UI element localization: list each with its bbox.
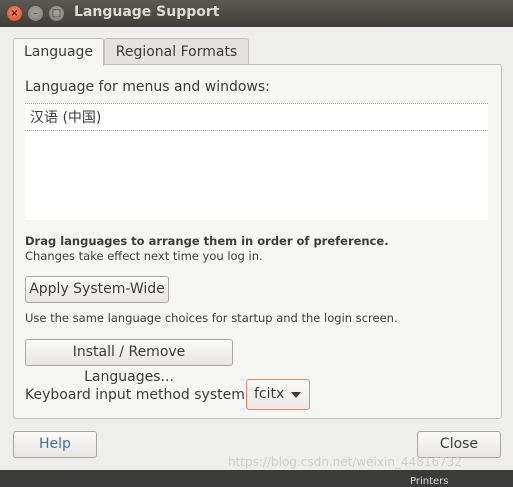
chevron-down-icon	[291, 392, 301, 398]
tab-language[interactable]: Language	[13, 38, 104, 66]
window-title: Language Support	[74, 4, 220, 20]
keyboard-input-select[interactable]: fcitx	[246, 379, 310, 410]
close-button[interactable]: Close	[417, 431, 501, 458]
keyboard-input-value: fcitx	[254, 386, 285, 402]
apply-system-wide-button[interactable]: Apply System-Wide	[25, 276, 169, 303]
list-item[interactable]: 汉语 (中国)	[25, 103, 488, 131]
close-window-icon[interactable]: ×	[7, 6, 22, 21]
minimize-window-icon[interactable]: –	[28, 6, 43, 21]
background-window-text: Printers	[410, 476, 449, 487]
title-bar: × – □ Language Support	[0, 0, 513, 27]
install-remove-languages-button[interactable]: Install / Remove Languages...	[25, 339, 233, 385]
section-label: Language for menus and windows:	[25, 79, 270, 95]
same-choices-hint: Use the same language choices for startu…	[25, 311, 398, 325]
watermark: https://blog.csdn.net/weixin_44816732	[228, 455, 463, 469]
drag-hint: Drag languages to arrange them in order …	[25, 234, 389, 248]
tab-regional-formats[interactable]: Regional Formats	[104, 38, 249, 65]
language-list[interactable]: 汉语 (中国)	[25, 103, 488, 220]
language-panel: Language for menus and windows: 汉语 (中国) …	[13, 64, 502, 419]
help-button[interactable]: Help	[13, 431, 97, 458]
keyboard-input-label: Keyboard input method system:	[25, 387, 250, 403]
maximize-window-icon[interactable]: □	[49, 6, 64, 21]
language-support-window: × – □ Language Support Language Regional…	[0, 0, 513, 470]
effect-hint: Changes take effect next time you log in…	[25, 249, 263, 263]
